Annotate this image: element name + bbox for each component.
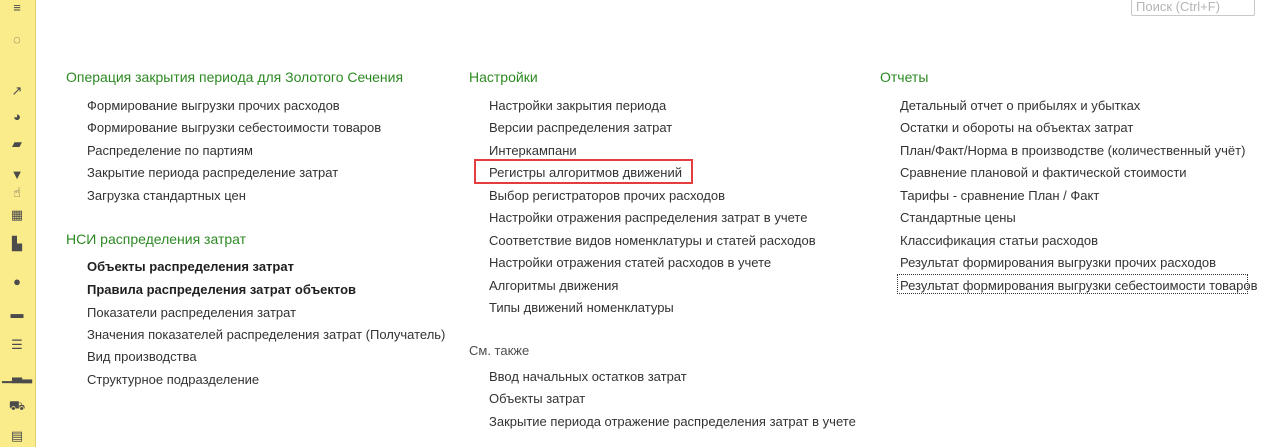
section-heading-reports: Отчеты (880, 69, 929, 85)
link-plan-fact-norm[interactable]: План/Факт/Норма в производстве (количест… (900, 143, 1245, 158)
search-input[interactable] (1131, 0, 1255, 16)
link-profit-loss-report[interactable]: Детальный отчет о прибылях и убытках (900, 98, 1140, 113)
link-distribution-versions[interactable]: Версии распределения затрат (489, 120, 672, 135)
link-movement-algorithm-registers[interactable]: Регистры алгоритмов движений (489, 165, 682, 180)
link-other-expense-registrars[interactable]: Выбор регистраторов прочих расходов (489, 188, 725, 203)
cart-icon[interactable]: ▼ (9, 167, 25, 183)
link-period-closing-settings[interactable]: Настройки закрытия периода (489, 98, 666, 113)
section-heading-cost-master-data: НСИ распределения затрат (66, 231, 247, 247)
link-intercompany[interactable]: Интеркампани (489, 143, 577, 158)
link-expense-classification[interactable]: Классификация статьи расходов (900, 233, 1098, 248)
menu-icon[interactable]: ≡ (9, 0, 25, 16)
link-opening-cost-balances[interactable]: Ввод начальных остатков затрат (489, 369, 687, 384)
section-heading-closing: Операция закрытия периода для Золотого С… (66, 69, 404, 85)
section-heading-settings: Настройки (469, 69, 538, 85)
link-distribution-indicators[interactable]: Показатели распределения затрат (87, 305, 296, 320)
link-plan-actual-cost-comparison[interactable]: Сравнение плановой и фактической стоимос… (900, 165, 1187, 180)
calculator-icon[interactable]: ▤ (9, 428, 25, 444)
link-distribution-reflection-settings[interactable]: Настройки отражения распределения затрат… (489, 210, 807, 225)
bar-chart-icon[interactable]: ▁▃▂ (2, 368, 32, 384)
user-icon[interactable]: ● (9, 274, 25, 290)
link-tariffs-plan-fact[interactable]: Тарифы - сравнение План / Факт (900, 188, 1099, 203)
chart-line-icon[interactable]: ↗ (9, 83, 25, 99)
section-heading-see-also: См. также (469, 343, 530, 358)
coins-icon[interactable]: ☰ (9, 337, 25, 353)
link-indicator-values[interactable]: Значения показателей распределения затра… (87, 327, 445, 342)
link-period-closing-distribution-reflection[interactable]: Закрытие периода отражение распределения… (489, 414, 856, 429)
link-period-closing[interactable]: Закрытие периода распределение затрат (87, 165, 338, 180)
link-movement-algorithms[interactable]: Алгоритмы движения (489, 278, 618, 293)
shopping-bag-icon[interactable]: ▰ (9, 136, 25, 152)
link-batch-distribution[interactable]: Распределение по партиям (87, 143, 253, 158)
link-cost-export-result[interactable]: Результат формирования выгрузки себестои… (900, 278, 1258, 293)
link-load-standard-prices[interactable]: Загрузка стандартных цен (87, 188, 246, 203)
link-cost-objects[interactable]: Объекты затрат (489, 391, 585, 406)
link-item-type-expense-mapping[interactable]: Соответствие видов номенклатуры и статей… (489, 233, 816, 248)
link-production-type[interactable]: Вид производства (87, 349, 197, 364)
link-standard-prices[interactable]: Стандартные цены (900, 210, 1016, 225)
link-cost-export[interactable]: Формирование выгрузки себестоимости това… (87, 120, 381, 135)
spinner-icon[interactable]: ◌ (9, 32, 25, 48)
link-structural-unit[interactable]: Структурное подразделение (87, 372, 259, 387)
link-distribution-objects[interactable]: Объекты распределения затрат (87, 259, 294, 274)
factory-icon[interactable]: ▙ (9, 236, 25, 252)
link-other-expenses-export[interactable]: Формирование выгрузки прочих расходов (87, 98, 340, 113)
car-icon[interactable]: ⛟ (9, 398, 25, 414)
hand-cursor-icon: ☝ (13, 185, 21, 200)
link-cost-object-balances[interactable]: Остатки и обороты на объектах затрат (900, 120, 1133, 135)
sections-sidebar: ≡ ◌ ↗ ◕ ▰ ▼ ☝ ▦ ▙ ● ▬ ☰ ▁▃▂ ⛟ ▤ (0, 0, 36, 447)
pie-chart-icon[interactable]: ◕ (9, 109, 25, 125)
link-distribution-rules[interactable]: Правила распределения затрат объектов (87, 282, 356, 297)
link-other-expense-export-result[interactable]: Результат формирования выгрузки прочих р… (900, 255, 1216, 270)
grid-icon[interactable]: ▦ (9, 207, 25, 223)
link-expense-reflection-settings[interactable]: Настройки отражения статей расходов в уч… (489, 255, 771, 270)
card-icon[interactable]: ▬ (9, 306, 25, 322)
link-item-movement-types[interactable]: Типы движений номенклатуры (489, 300, 674, 315)
